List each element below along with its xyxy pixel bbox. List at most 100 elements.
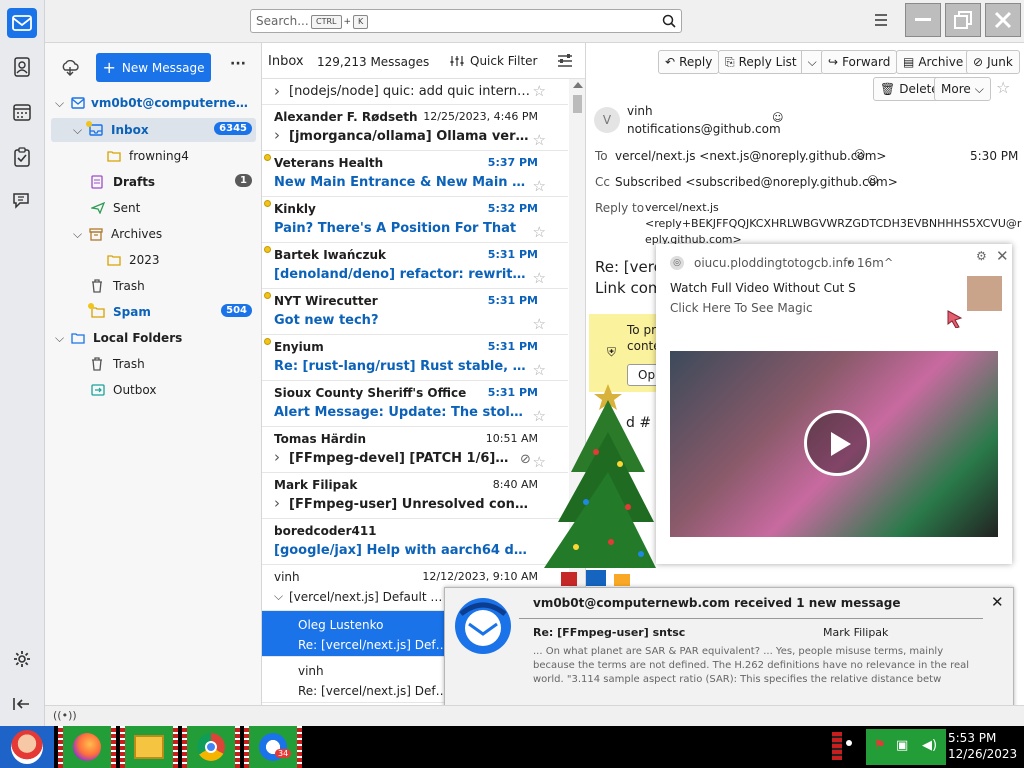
archive-button[interactable]: ▤ Archive (896, 50, 971, 74)
message-sender: Mark Filipak (274, 478, 358, 492)
ad-subtitle: Click Here To See Magic (670, 301, 813, 315)
folder-archives[interactable]: ⌵ Archives (51, 222, 256, 246)
more-button[interactable]: More ⌵ (934, 77, 991, 101)
star-icon[interactable]: ☆ (533, 223, 546, 241)
taskbar-chrome[interactable] (182, 726, 240, 768)
clock-time[interactable]: 5:53 PM (948, 731, 996, 745)
folder-local-trash[interactable]: Trash (51, 352, 256, 376)
account-row[interactable]: ⌵ vm0b0t@computernewb... (51, 91, 256, 115)
tasks-button[interactable] (7, 142, 37, 172)
address-book-button[interactable] (7, 52, 37, 82)
spaces-toolbar (0, 0, 45, 726)
gear-icon[interactable]: ⚙ (976, 249, 987, 263)
avatar: V (594, 107, 620, 133)
contact-icon[interactable]: ☺ (854, 148, 865, 161)
reply-button[interactable]: ↶ Reply (658, 50, 720, 74)
ad-popup[interactable]: ◎ oiucu.ploddingtotogcb.info • 16m ^ ⚙ ✕… (656, 244, 1012, 564)
message-sender: Sioux County Sheriff's Office (274, 386, 467, 400)
list-options-icon[interactable] (557, 54, 573, 68)
mail-space-button[interactable] (7, 8, 37, 38)
close-icon[interactable]: ✕ (991, 593, 1004, 611)
folder-sent[interactable]: Sent (51, 196, 256, 220)
show-hidden-icons[interactable] (846, 740, 852, 746)
clock-date[interactable]: 12/26/2023 (948, 747, 1017, 761)
restore-icon (954, 11, 972, 29)
star-icon[interactable]: ☆ (533, 177, 546, 195)
new-mail-notification[interactable]: vm0b0t@computernewb.com received 1 new m… (444, 587, 1014, 715)
online-status-icon[interactable]: ((•)) (53, 709, 77, 722)
reply-list-button[interactable]: ⎘ Reply List ⌵ (718, 50, 824, 74)
folder-outbox[interactable]: Outbox (51, 378, 256, 402)
local-folders-row[interactable]: ⌵ Local Folders (51, 326, 256, 350)
folder-icon (107, 254, 123, 266)
message-row[interactable]: Alexander F. Rødseth 12/25/2023, 4:46 PM… (262, 105, 568, 151)
quick-filter-button[interactable]: Quick Filter (450, 54, 537, 68)
new-message-button[interactable]: + New Message (96, 53, 211, 82)
folder-frowning4[interactable]: frowning4 (51, 144, 256, 168)
folder-inbox[interactable]: ⌵ Inbox 6345 (51, 118, 256, 142)
restore-button[interactable] (945, 3, 981, 37)
start-button[interactable] (0, 726, 54, 768)
chevron-up-icon[interactable]: ^ (884, 256, 893, 269)
contact-icon[interactable]: ☺ (867, 174, 878, 187)
folder-title: Inbox (268, 54, 304, 69)
taskbar-thunderbird[interactable]: 34 (244, 726, 302, 768)
star-icon[interactable]: ☆ (996, 78, 1010, 97)
close-icon[interactable]: ✕ (996, 247, 1009, 265)
scroll-thumb[interactable] (573, 95, 582, 113)
folder-2023[interactable]: 2023 (51, 248, 256, 272)
junk-button[interactable]: ⊘ Junk (966, 50, 1020, 74)
chat-button[interactable] (7, 186, 37, 216)
from-email: notifications@github.com (627, 122, 781, 136)
quick-filter-label: Quick Filter (470, 54, 538, 68)
star-icon[interactable]: ☆ (533, 131, 546, 149)
search-icon[interactable] (662, 14, 676, 28)
folder-pane-more-button[interactable]: ··· (230, 56, 246, 72)
star-icon[interactable]: ☆ (533, 315, 546, 333)
divider (519, 618, 983, 619)
close-window-button[interactable] (985, 3, 1021, 37)
message-row[interactable]: NYT Wirecutter 5:31 PM Got new tech? ☆ (262, 289, 568, 335)
message-row[interactable]: Kinkly 5:32 PM Pain? There's A Position … (262, 197, 568, 243)
calendar-icon (13, 104, 31, 121)
forward-label: Forward (842, 55, 891, 69)
ad-video-thumbnail[interactable] (670, 351, 998, 537)
star-icon[interactable]: ☆ (533, 269, 546, 287)
taskbar-firefox[interactable] (58, 726, 116, 768)
folder-drafts[interactable]: Drafts 1 (51, 170, 256, 194)
message-sender: boredcoder411 (274, 524, 377, 538)
folder-spam[interactable]: Spam 504 (51, 300, 256, 324)
star-icon[interactable]: ☆ (533, 82, 546, 100)
calendar-button[interactable] (7, 97, 37, 127)
app-menu-button[interactable] (873, 13, 889, 30)
collapse-spaces-button[interactable] (7, 689, 37, 719)
contact-icon[interactable]: ☺ (772, 111, 783, 124)
network-icon[interactable]: ▣ (896, 738, 908, 753)
unread-count-badge: 6345 (214, 122, 252, 135)
folder-trash[interactable]: Trash (51, 274, 256, 298)
notification-title: vm0b0t@computernewb.com received 1 new m… (533, 596, 901, 610)
chevron-down-icon: ⌵ (974, 81, 984, 96)
message-sender: Veterans Health (274, 156, 384, 170)
cc-label: Cc (595, 175, 610, 189)
cursor-icon (947, 310, 963, 328)
reply-label: Reply (679, 55, 713, 69)
reply-list-dropdown-icon[interactable]: ⌵ (800, 51, 823, 73)
minimize-button[interactable] (905, 3, 941, 37)
volume-icon[interactable]: ◀) (922, 738, 937, 753)
message-row[interactable]: Bartek Iwańczuk 5:31 PM [denoland/deno] … (262, 243, 568, 289)
search-box[interactable]: Search... CTRL + K (250, 9, 682, 33)
message-row[interactable]: Veterans Health 5:37 PM New Main Entranc… (262, 151, 568, 197)
settings-button[interactable] (7, 644, 37, 674)
account-icon (71, 97, 87, 109)
get-messages-icon[interactable] (61, 60, 79, 76)
flag-icon[interactable]: ⚑ (874, 738, 886, 753)
forward-button[interactable]: ↪ Forward (821, 50, 898, 74)
scroll-up-arrow[interactable] (573, 82, 583, 88)
message-subject: Alert Message: Update: The stolen gree..… (274, 405, 530, 420)
message-subject: New Main Entrance & New Main Entry ... (274, 175, 530, 190)
play-button[interactable] (804, 410, 870, 476)
message-row[interactable]: › [nodejs/node] quic: add quic internalB… (262, 79, 568, 105)
message-sender: Bartek Iwańczuk (274, 248, 387, 262)
taskbar-file-explorer[interactable] (120, 726, 178, 768)
